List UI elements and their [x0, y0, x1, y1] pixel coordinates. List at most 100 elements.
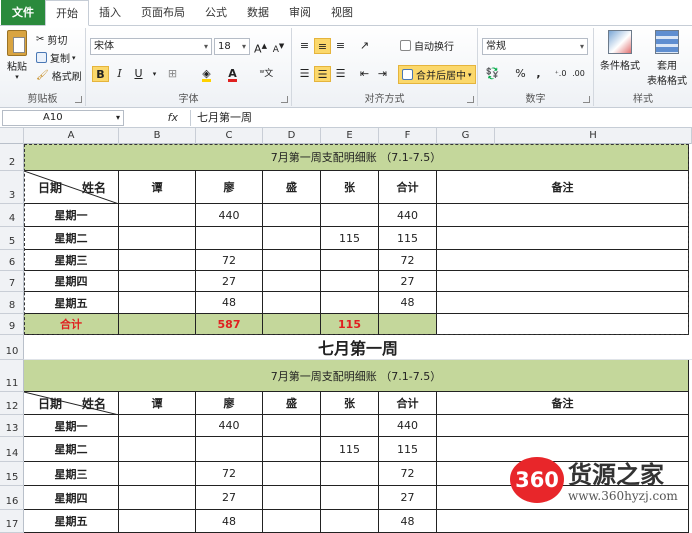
table-cell[interactable] — [437, 204, 689, 227]
orientation-icon[interactable]: ↗ — [356, 38, 373, 54]
number-launcher-icon[interactable] — [583, 96, 590, 103]
accounting-icon[interactable]: 💱 — [484, 66, 501, 82]
table1-title[interactable]: 7月第一周支配明细账 （7.1-7.5） — [24, 144, 689, 171]
row-header[interactable]: 8 — [0, 292, 24, 314]
fx-icon[interactable]: fx — [128, 110, 184, 126]
column-header-h[interactable]: H — [495, 128, 692, 144]
table-cell[interactable] — [119, 250, 196, 271]
column-header-b[interactable]: B — [119, 128, 196, 144]
table-cell[interactable]: 27 — [196, 271, 263, 292]
shrink-font-icon[interactable]: A▼ — [270, 38, 287, 55]
tab-home[interactable]: 开始 — [45, 0, 89, 26]
row-header[interactable]: 7 — [0, 271, 24, 292]
table-cell[interactable] — [263, 510, 321, 533]
row-header[interactable]: 11 — [0, 360, 24, 392]
table-cell[interactable] — [119, 204, 196, 227]
header-zhang[interactable]: 张 — [321, 171, 379, 204]
column-header-f[interactable]: F — [379, 128, 437, 144]
align-middle-icon[interactable]: ≡ — [314, 38, 331, 54]
table-cell[interactable]: 115 — [379, 227, 437, 250]
merge-center-button[interactable]: 合并后居中 ▾ — [398, 65, 476, 84]
table-cell[interactable] — [437, 250, 689, 271]
header-tan[interactable]: 谭 — [119, 171, 196, 204]
tab-data[interactable]: 数据 — [237, 0, 279, 25]
table-cell[interactable] — [437, 314, 689, 335]
table-cell[interactable] — [263, 292, 321, 314]
table-cell[interactable]: 48 — [196, 292, 263, 314]
font-color-icon[interactable]: A — [224, 66, 241, 82]
row-header[interactable]: 6 — [0, 250, 24, 271]
column-header-a[interactable]: A — [24, 128, 119, 144]
tab-page-layout[interactable]: 页面布局 — [131, 0, 195, 25]
row-header[interactable]: 17 — [0, 510, 24, 533]
border-icon[interactable]: ⊞ — [164, 66, 181, 82]
italic-icon[interactable]: I — [111, 66, 128, 82]
header-zhang[interactable]: 张 — [321, 392, 379, 415]
table-cell[interactable] — [321, 486, 379, 510]
table-cell[interactable]: 440 — [196, 204, 263, 227]
table-cell[interactable]: 27 — [379, 486, 437, 510]
font-name-select[interactable]: 宋体 ▾ — [90, 38, 212, 55]
table-cell[interactable] — [321, 510, 379, 533]
decrease-indent-icon[interactable]: ⇤ — [356, 66, 373, 82]
table-cell[interactable] — [263, 415, 321, 437]
table-cell[interactable] — [119, 510, 196, 533]
formula-input[interactable]: 七月第一周 — [190, 110, 690, 126]
table2-title[interactable]: 7月第一周支配明细账 （7.1-7.5） — [24, 360, 689, 392]
table1-day[interactable]: 星期三 — [24, 250, 119, 271]
increase-indent-icon[interactable]: ⇥ — [374, 66, 391, 82]
table1-day[interactable]: 星期五 — [24, 292, 119, 314]
wrap-text-button[interactable]: 自动换行 — [400, 38, 454, 53]
table2-corner-header[interactable]: 日期 姓名 — [24, 392, 119, 415]
table-cell[interactable]: 27 — [379, 271, 437, 292]
sum-cell[interactable] — [263, 314, 321, 335]
copy-button[interactable]: 复制 ▾ — [36, 50, 76, 65]
header-sheng[interactable]: 盛 — [263, 392, 321, 415]
align-center-icon[interactable]: ☰ — [314, 66, 331, 82]
table1-corner-header[interactable]: 日期 姓名 — [24, 171, 119, 204]
row-header[interactable]: 2 — [0, 144, 24, 171]
table-cell[interactable]: 115 — [379, 437, 437, 462]
table-cell[interactable] — [263, 437, 321, 462]
table-cell[interactable]: 72 — [379, 250, 437, 271]
table-cell[interactable]: 48 — [379, 510, 437, 533]
table-cell[interactable] — [321, 250, 379, 271]
row-header[interactable]: 5 — [0, 227, 24, 250]
table-cell[interactable] — [119, 486, 196, 510]
table-cell[interactable] — [321, 204, 379, 227]
table1-day[interactable]: 星期二 — [24, 227, 119, 250]
column-header-e[interactable]: E — [321, 128, 379, 144]
table-cell[interactable] — [263, 271, 321, 292]
table-cell[interactable]: 440 — [196, 415, 263, 437]
number-format-select[interactable]: 常规 ▾ — [482, 38, 588, 55]
table-cell[interactable]: 27 — [196, 486, 263, 510]
table-cell[interactable] — [437, 415, 689, 437]
tab-formulas[interactable]: 公式 — [195, 0, 237, 25]
table2-day[interactable]: 星期二 — [24, 437, 119, 462]
table-cell[interactable] — [263, 486, 321, 510]
table-cell[interactable] — [263, 204, 321, 227]
decrease-decimal-icon[interactable]: .00 — [570, 66, 587, 82]
bold-icon[interactable]: B — [92, 66, 109, 82]
cut-button[interactable]: ✂ 剪切 — [36, 32, 67, 47]
header-notes[interactable]: 备注 — [437, 392, 689, 415]
header-total[interactable]: 合计 — [379, 171, 437, 204]
table-cell[interactable]: 440 — [379, 415, 437, 437]
selected-heading-cell[interactable]: 七月第一周 — [24, 335, 692, 360]
tab-view[interactable]: 视图 — [321, 0, 363, 25]
table2-day[interactable]: 星期五 — [24, 510, 119, 533]
tab-review[interactable]: 审阅 — [279, 0, 321, 25]
increase-decimal-icon[interactable]: ⁺.0 — [552, 66, 569, 82]
table-cell[interactable] — [437, 292, 689, 314]
font-size-select[interactable]: 18 ▾ — [214, 38, 250, 55]
table-cell[interactable]: 72 — [379, 462, 437, 486]
tab-insert[interactable]: 插入 — [89, 0, 131, 25]
row-header[interactable]: 10 — [0, 335, 24, 360]
align-bottom-icon[interactable]: ≡ — [332, 38, 349, 54]
row-header[interactable]: 13 — [0, 415, 24, 437]
table2-day[interactable]: 星期三 — [24, 462, 119, 486]
phonetic-icon[interactable]: ʷ文 — [258, 66, 275, 82]
row-header[interactable]: 4 — [0, 204, 24, 227]
align-right-icon[interactable]: ☰ — [332, 66, 349, 82]
table-cell[interactable] — [437, 227, 689, 250]
